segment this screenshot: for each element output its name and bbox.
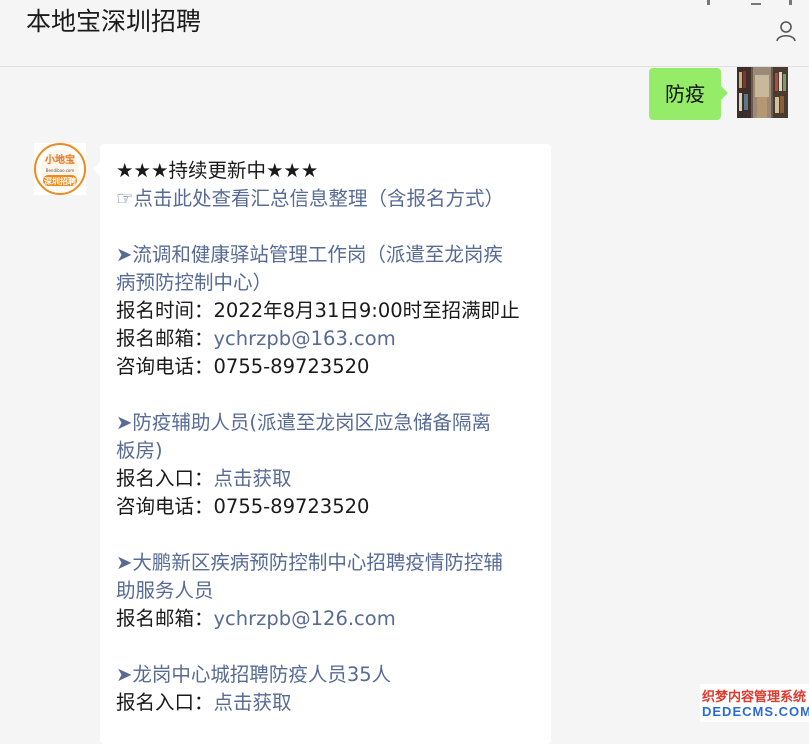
bendibao-logo-icon: 小地宝 Bendibao.com 深圳招聘 — [34, 143, 86, 195]
job3-email-label: 报名邮箱： — [116, 607, 214, 630]
user-message-text: 防疫 — [665, 82, 705, 106]
job1-title-line2[interactable]: 病预防控制中心） — [116, 269, 541, 297]
job1-email-link[interactable]: ychrzpb@163.com — [214, 327, 396, 350]
job1-phone: 咨询电话：0755-89723520 — [116, 355, 370, 378]
bookshelf-photo-icon — [737, 67, 788, 118]
dedecms-watermark: 织梦内容管理系统 DEDECMS.COM — [700, 684, 809, 722]
job2-phone: 咨询电话：0755-89723520 — [116, 495, 370, 518]
window-controls — [707, 0, 797, 50]
job2-entry-link[interactable]: 点击获取 — [214, 467, 292, 490]
pin-icon[interactable] — [707, 0, 710, 5]
logo-top-text: 小地宝 — [44, 153, 75, 166]
job2-entry-label: 报名入口： — [116, 467, 214, 490]
chat-title: 本地宝深圳招聘 — [26, 7, 202, 36]
job3-email-link[interactable]: ychrzpb@126.com — [214, 607, 396, 630]
job4-entry-row: 报名入口：点击获取 — [116, 689, 541, 717]
logo-bottom-text: 深圳招聘 — [44, 176, 76, 186]
bot-message-content: ★★★持续更新中★★★ ☞点击此处查看汇总信息整理（含报名方式） ➤流调和健康驿… — [116, 157, 541, 717]
update-banner: ★★★持续更新中★★★ — [116, 159, 319, 182]
job4-entry-label: 报名入口： — [116, 691, 214, 714]
summary-link[interactable]: ☞点击此处查看汇总信息整理（含报名方式） — [116, 185, 541, 213]
job3-email-row: 报名邮箱：ychrzpb@126.com — [116, 605, 541, 633]
job2-title-line2[interactable]: 板房) — [116, 437, 541, 465]
watermark-line1: 织梦内容管理系统 — [702, 689, 807, 704]
user-message-bubble[interactable]: 防疫 — [649, 68, 728, 120]
job1-time: 报名时间：2022年8月31日9:00时至招满即止 — [116, 299, 520, 322]
job2-title-line1[interactable]: ➤防疫辅助人员(派遣至龙岗区应急储备隔离 — [116, 409, 541, 437]
bot-avatar[interactable]: 小地宝 Bendibao.com 深圳招聘 — [34, 143, 86, 195]
profile-icon[interactable] — [775, 20, 797, 42]
bot-message-bubble: ★★★持续更新中★★★ ☞点击此处查看汇总信息整理（含报名方式） ➤流调和健康驿… — [93, 144, 551, 744]
chat-header: 本地宝深圳招聘 — [0, 0, 809, 67]
logo-mid-text: Bendibao.com — [46, 168, 75, 173]
minimize-icon[interactable] — [751, 3, 761, 5]
job4-entry-link[interactable]: 点击获取 — [214, 691, 292, 714]
job4-title[interactable]: ➤龙岗中心城招聘防疫人员35人 — [116, 661, 541, 689]
job3-title-line1[interactable]: ➤大鹏新区疾病预防控制中心招聘疫情防控辅 — [116, 549, 541, 577]
watermark-line2: DEDECMS.COM — [702, 704, 809, 719]
job1-title-line1[interactable]: ➤流调和健康驿站管理工作岗（派遣至龙岗疾 — [116, 241, 541, 269]
job2-entry-row: 报名入口：点击获取 — [116, 465, 541, 493]
job1-email-label: 报名邮箱： — [116, 327, 214, 350]
job1-email-row: 报名邮箱：ychrzpb@163.com — [116, 325, 541, 353]
user-avatar[interactable] — [737, 67, 788, 118]
close-icon[interactable] — [789, 0, 792, 5]
job3-title-line2[interactable]: 助服务人员 — [116, 577, 541, 605]
